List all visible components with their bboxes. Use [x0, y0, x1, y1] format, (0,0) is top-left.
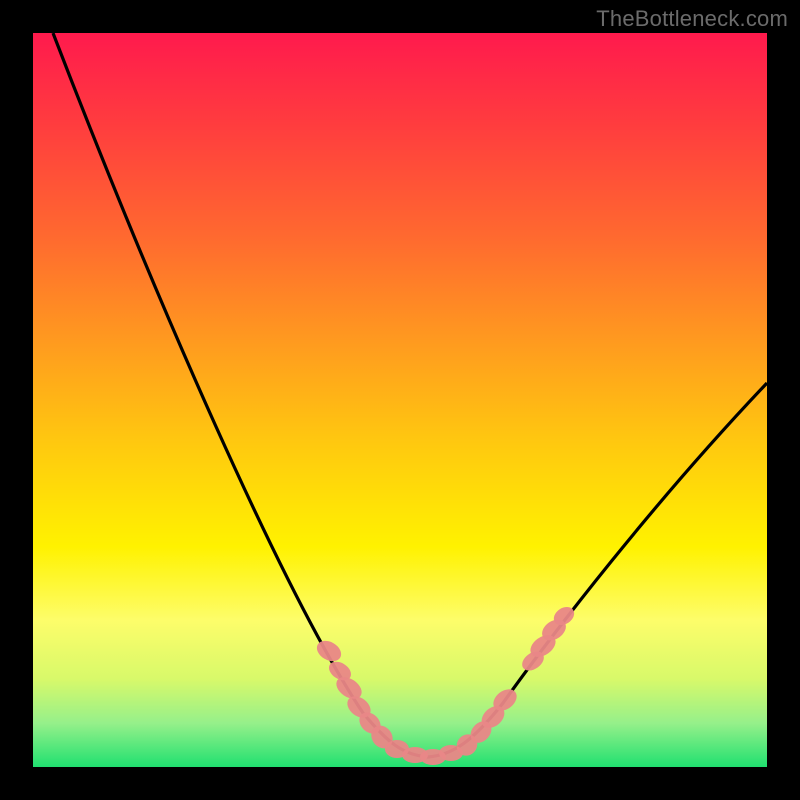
- bottleneck-curve: [33, 33, 767, 767]
- marker-cluster: [313, 603, 577, 765]
- chart-frame: TheBottleneck.com: [0, 0, 800, 800]
- watermark-text: TheBottleneck.com: [596, 6, 788, 32]
- plot-area: [33, 33, 767, 767]
- curve-path: [53, 33, 767, 757]
